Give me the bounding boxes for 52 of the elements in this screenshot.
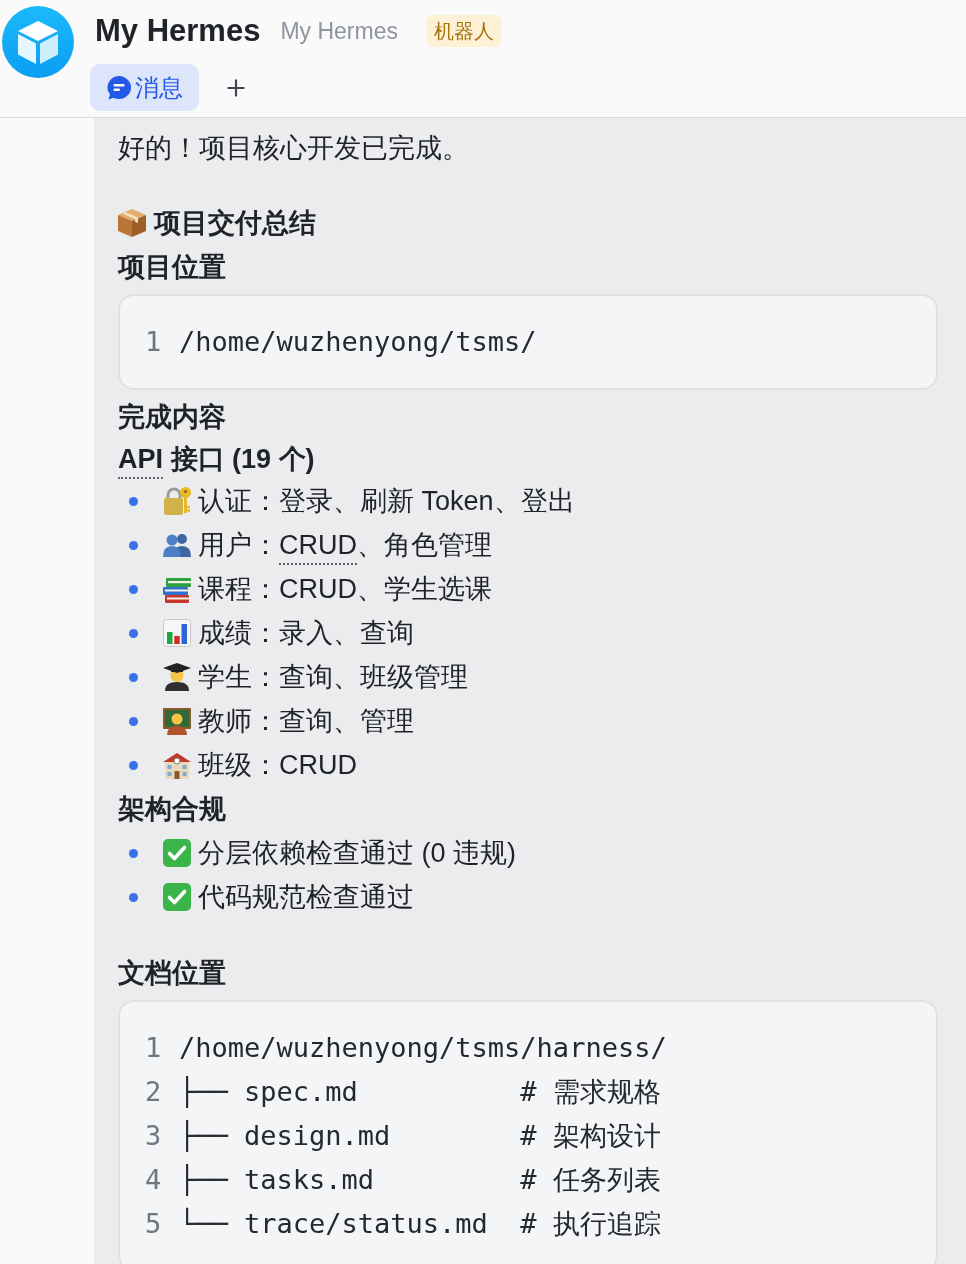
bullet-icon bbox=[129, 716, 138, 726]
two-people-icon bbox=[163, 533, 191, 557]
teacher-icon bbox=[163, 707, 191, 735]
code-line: /home/wuzhenyong/tsms/ bbox=[179, 325, 537, 359]
list-item-text: 代码规范检查通过 bbox=[198, 881, 414, 914]
line-number: 3 bbox=[145, 1119, 161, 1153]
code-line: ├── tasks.md # 任务列表 bbox=[179, 1163, 661, 1198]
list-item-text: 教师：查询、管理 bbox=[198, 705, 414, 738]
section-heading: 架构合规 bbox=[118, 793, 227, 826]
line-number: 1 bbox=[145, 1031, 161, 1065]
bullet-icon bbox=[129, 540, 138, 550]
line-number: 4 bbox=[145, 1163, 161, 1197]
bullet-icon bbox=[129, 628, 138, 638]
code-line: ├── design.md # 架构设计 bbox=[179, 1119, 661, 1154]
bot-badge: 机器人 bbox=[426, 15, 502, 47]
padlock-key-icon bbox=[163, 487, 191, 515]
code-line: └── trace/status.md # 执行追踪 bbox=[179, 1206, 661, 1241]
list-item-text: 课程：CRUD、学生选课 bbox=[198, 573, 492, 606]
code-line: /home/wuzhenyong/tsms/harness/ bbox=[179, 1031, 667, 1065]
message-text: 好的！项目核心开发已完成。 bbox=[118, 132, 470, 165]
checkmark-icon bbox=[163, 839, 191, 867]
line-number: 2 bbox=[145, 1075, 161, 1109]
code-line: ├── spec.md # 需求规格 bbox=[179, 1075, 661, 1110]
bullet-icon bbox=[129, 496, 138, 506]
bullet-icon bbox=[129, 760, 138, 770]
list-item-text: 认证：登录、刷新 Token、登出 bbox=[198, 485, 575, 518]
graduate-icon bbox=[163, 663, 191, 691]
section-heading: 完成内容 bbox=[118, 401, 227, 434]
list-item-text: 班级：CRUD bbox=[198, 749, 357, 782]
bullet-icon bbox=[129, 672, 138, 682]
package-icon bbox=[118, 209, 146, 237]
list-item-text: 学生：查询、班级管理 bbox=[198, 661, 468, 694]
chat-title: My Hermes bbox=[95, 11, 261, 50]
list-item-text: 成绩：录入、查询 bbox=[198, 617, 414, 650]
line-number: 1 bbox=[145, 325, 161, 359]
section-title: 项目交付总结 bbox=[154, 207, 316, 240]
section-heading: 项目位置 bbox=[118, 251, 227, 284]
list-item-text: 用户：CRUD、角色管理 bbox=[198, 525, 492, 565]
list-item-text: 分层依赖检查通过 (0 违规) bbox=[198, 837, 516, 870]
chat-subtitle: My Hermes bbox=[280, 16, 398, 46]
chat-tab[interactable]: 消息 bbox=[90, 64, 199, 111]
line-number: 5 bbox=[145, 1207, 161, 1241]
school-building-icon bbox=[163, 751, 191, 779]
books-icon bbox=[163, 575, 191, 603]
bullet-icon bbox=[129, 584, 138, 594]
section-heading: API 接口 (19 个) bbox=[118, 439, 315, 479]
bullet-icon bbox=[129, 892, 138, 902]
bullet-icon bbox=[129, 848, 138, 858]
section-heading: 文档位置 bbox=[118, 957, 227, 990]
bar-chart-icon bbox=[163, 619, 191, 647]
chat-bubble-icon bbox=[107, 75, 131, 100]
checkmark-icon bbox=[163, 883, 191, 911]
